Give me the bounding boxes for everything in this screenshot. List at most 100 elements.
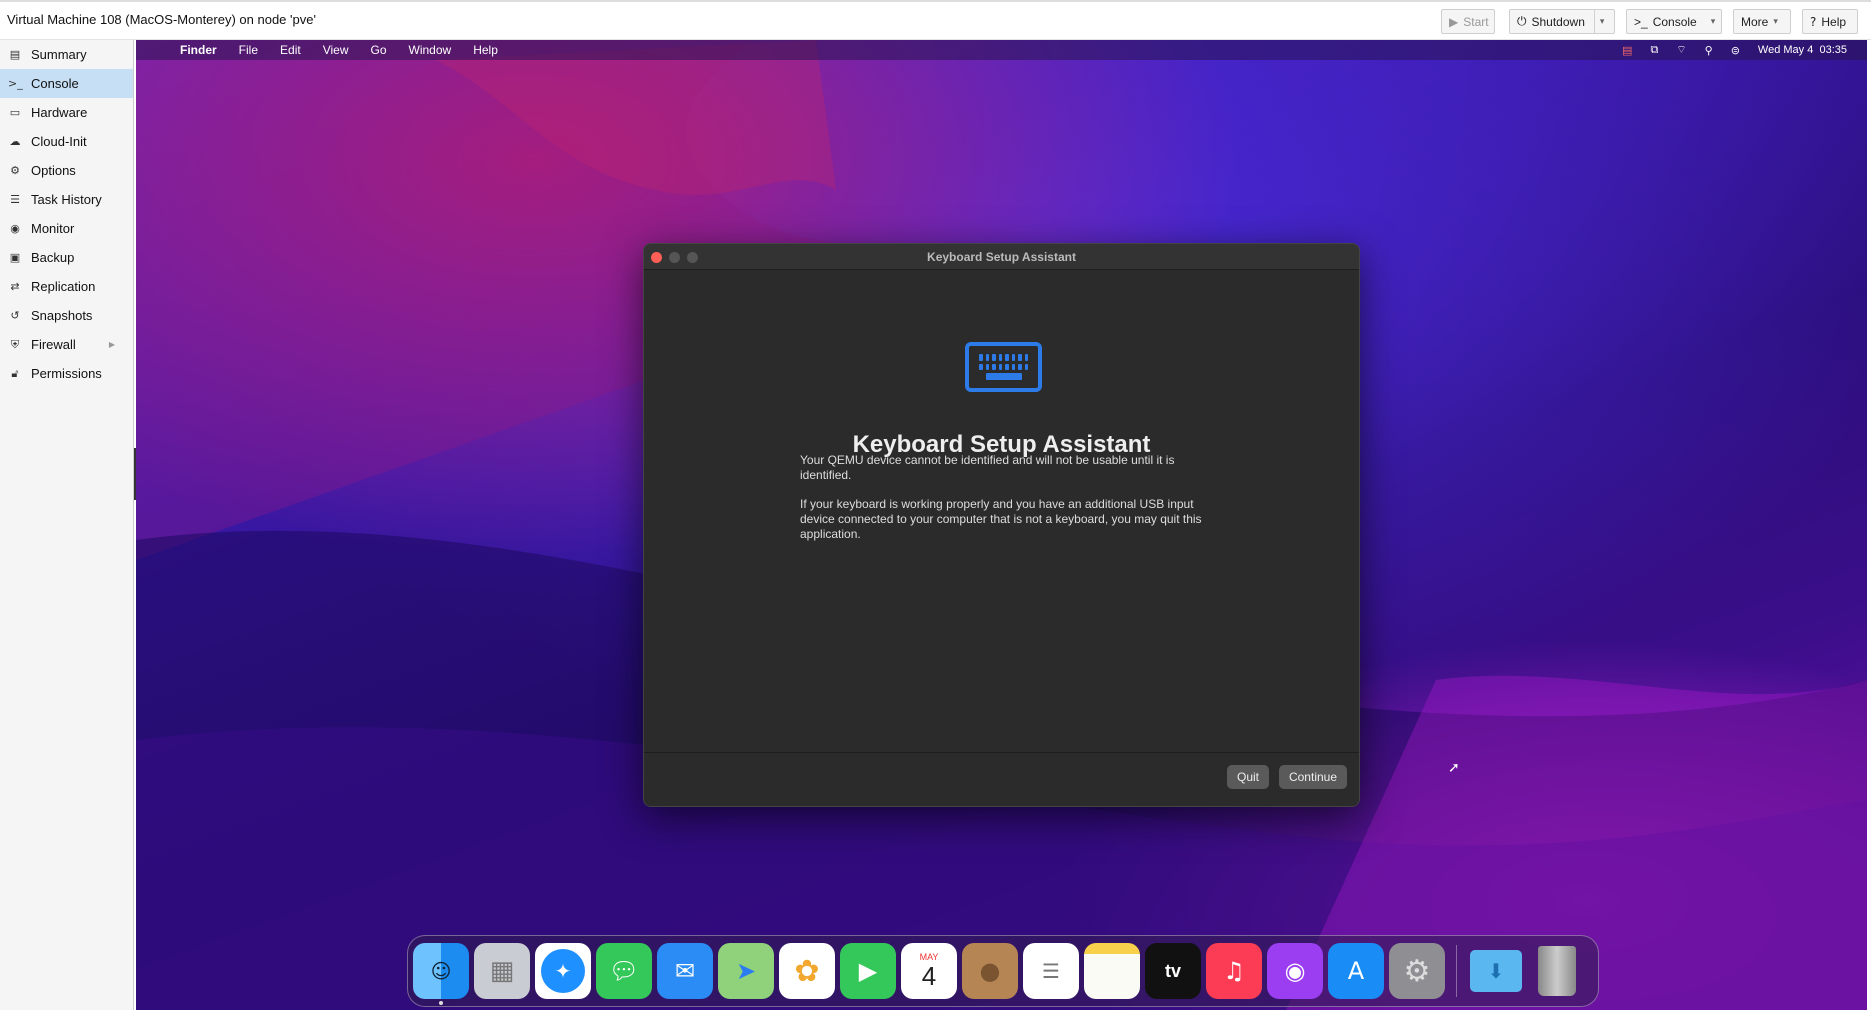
list-icon: ☰ [10, 193, 20, 206]
console-button[interactable]: >_ Console ▾ [1626, 9, 1722, 34]
console-label: Console [1652, 14, 1697, 29]
system-preferences-icon[interactable]: ⚙ [1389, 943, 1445, 999]
menu-edit[interactable]: Edit [280, 43, 301, 57]
vm-title: Virtual Machine 108 (MacOS-Monterey) on … [7, 12, 316, 27]
sidebar-item-monitor[interactable]: ◉ Monitor [0, 214, 133, 243]
continue-button[interactable]: Continue [1279, 765, 1347, 789]
sidebar-item-replication[interactable]: ⇄ Replication [0, 272, 133, 301]
dialog-message: If your keyboard is working properly and… [800, 497, 1202, 541]
running-indicator [439, 1001, 443, 1005]
music-icon[interactable]: ♫ [1206, 943, 1262, 999]
dialog-message: Your QEMU device cannot be identified an… [800, 453, 1175, 482]
downloads-folder-icon[interactable]: ⬇ [1468, 943, 1524, 999]
summary-icon: ▤ [9, 48, 21, 61]
flag-icon[interactable]: ▤ [1622, 44, 1632, 57]
sidebar-item-label: Hardware [31, 105, 88, 120]
sidebar-item-label: Replication [31, 279, 96, 294]
chevron-down-icon[interactable]: ▾ [1600, 16, 1605, 27]
facetime-icon[interactable]: ▶ [840, 943, 896, 999]
menubar-clock[interactable]: Wed May 4 03:35 [1758, 44, 1847, 56]
chevron-down-icon: ▾ [1773, 16, 1778, 26]
menu-file[interactable]: File [239, 43, 258, 57]
menubar-status-area: ▤ ⧉ ⌔ ⚲ ⊜ Wed May 4 03:35 [1622, 40, 1847, 60]
shutdown-button[interactable]: ⏻ Shutdown ▾ [1509, 9, 1615, 34]
help-button[interactable]: ? Help [1802, 9, 1858, 34]
keyboard-setup-dialog: Keyboard Setup Assistant Keyboard Setup … [643, 243, 1360, 807]
shutdown-label: Shutdown [1531, 14, 1585, 29]
sidebar-item-label: Options [31, 163, 76, 178]
sidebar-item-console[interactable]: >_ Console [0, 69, 133, 98]
start-button[interactable]: ▶ Start [1441, 9, 1495, 34]
menu-finder[interactable]: Finder [180, 43, 217, 57]
dialog-titlebar: Keyboard Setup Assistant [644, 244, 1359, 270]
window-header: Virtual Machine 108 (MacOS-Monterey) on … [0, 0, 1871, 40]
sidebar-item-label: Snapshots [31, 308, 93, 323]
floppy-icon: ▣ [9, 251, 21, 264]
search-icon[interactable]: ⚲ [1705, 44, 1713, 57]
gear-icon: ⚙ [10, 164, 20, 177]
tv-label: tv [1164, 960, 1181, 981]
sidebar-item-firewall[interactable]: ⛨ Firewall ▶ [0, 330, 133, 359]
more-label: More [1741, 14, 1769, 29]
retweet-icon: ⇄ [10, 280, 20, 293]
chevron-right-icon: ▶ [108, 340, 115, 349]
dialog-window-title: Keyboard Setup Assistant [927, 250, 1076, 264]
sidebar-item-summary[interactable]: ▤ Summary [0, 40, 133, 69]
sidebar-item-label: Monitor [31, 221, 75, 236]
menu-help[interactable]: Help [473, 43, 498, 57]
messages-icon[interactable]: 💬︎ [596, 943, 652, 999]
photos-icon[interactable]: ✿ [779, 943, 835, 999]
dialog-footer: Quit Continue [644, 752, 1359, 806]
mouse-cursor-icon: ➚ [1448, 760, 1460, 776]
trash-icon[interactable] [1529, 943, 1585, 999]
history-icon: ↺ [10, 309, 20, 322]
maps-icon[interactable]: ➤ [718, 943, 774, 999]
cloud-icon: ☁ [9, 135, 21, 148]
contacts-icon[interactable]: ● [962, 943, 1018, 999]
app-store-icon[interactable]: A [1328, 943, 1384, 999]
calendar-icon[interactable]: MAY 4 [901, 943, 957, 999]
help-label: Help [1821, 14, 1847, 29]
screen-mirroring-icon[interactable]: ⧉ [1650, 43, 1658, 57]
finder-icon[interactable]: ☺ [413, 943, 469, 1005]
mac-menubar: Finder File Edit View Go Window Help ▤ ⧉… [136, 40, 1867, 60]
wifi-icon[interactable]: ⌔ [1676, 43, 1686, 57]
quit-button[interactable]: Quit [1227, 765, 1269, 789]
question-icon: ? [1810, 14, 1817, 29]
podcasts-icon[interactable]: ◉ [1267, 943, 1323, 999]
safari-icon[interactable]: ✦ [535, 943, 591, 999]
shield-icon: ⛨ [10, 337, 20, 351]
chevron-down-icon[interactable]: ▾ [1711, 16, 1716, 27]
menu-view[interactable]: View [323, 43, 349, 57]
sidebar-item-permissions[interactable]: 🔓︎ Permissions [0, 359, 133, 388]
sidebar-item-label: Backup [31, 250, 75, 265]
sidebar-item-label: Cloud-Init [31, 134, 87, 149]
sidebar-item-hardware[interactable]: ▭ Hardware [0, 98, 133, 127]
monitor-icon: ▭ [9, 106, 21, 119]
apple-tv-icon[interactable]: tv [1145, 943, 1201, 999]
notes-icon[interactable] [1084, 943, 1140, 999]
mail-icon[interactable]: ✉ [657, 943, 713, 999]
dock-divider [1456, 945, 1457, 997]
sidebar-item-cloud-init[interactable]: ☁ Cloud-Init [0, 127, 133, 156]
sidebar-item-task-history[interactable]: ☰ Task History [0, 185, 133, 214]
menu-window[interactable]: Window [409, 43, 452, 57]
sidebar-item-label: Console [31, 76, 79, 91]
divider [1593, 10, 1595, 33]
sidebar-item-options[interactable]: ⚙ Options [0, 156, 133, 185]
terminal-icon: >_ [1634, 14, 1648, 29]
keyboard-icon [965, 342, 1042, 392]
menu-go[interactable]: Go [371, 43, 387, 57]
sidebar-item-label: Task History [31, 192, 102, 207]
calendar-day: 4 [921, 961, 937, 991]
launchpad-icon[interactable]: ▦ [474, 943, 530, 999]
sidebar-item-backup[interactable]: ▣ Backup [0, 243, 133, 272]
sidebar-item-label: Permissions [31, 366, 102, 381]
sidebar-item-snapshots[interactable]: ↺ Snapshots [0, 301, 133, 330]
sidebar-item-label: Summary [31, 47, 87, 62]
control-center-icon[interactable]: ⊜ [1731, 44, 1740, 57]
more-button[interactable]: More ▾ [1733, 9, 1791, 34]
sidebar: ▤ Summary >_ Console ▭ Hardware ☁ Cloud-Init… [0, 40, 134, 1010]
reminders-icon[interactable]: ☰ [1023, 943, 1079, 999]
vm-console-screen[interactable]: Finder File Edit View Go Window Help ▤ ⧉… [136, 40, 1867, 1010]
